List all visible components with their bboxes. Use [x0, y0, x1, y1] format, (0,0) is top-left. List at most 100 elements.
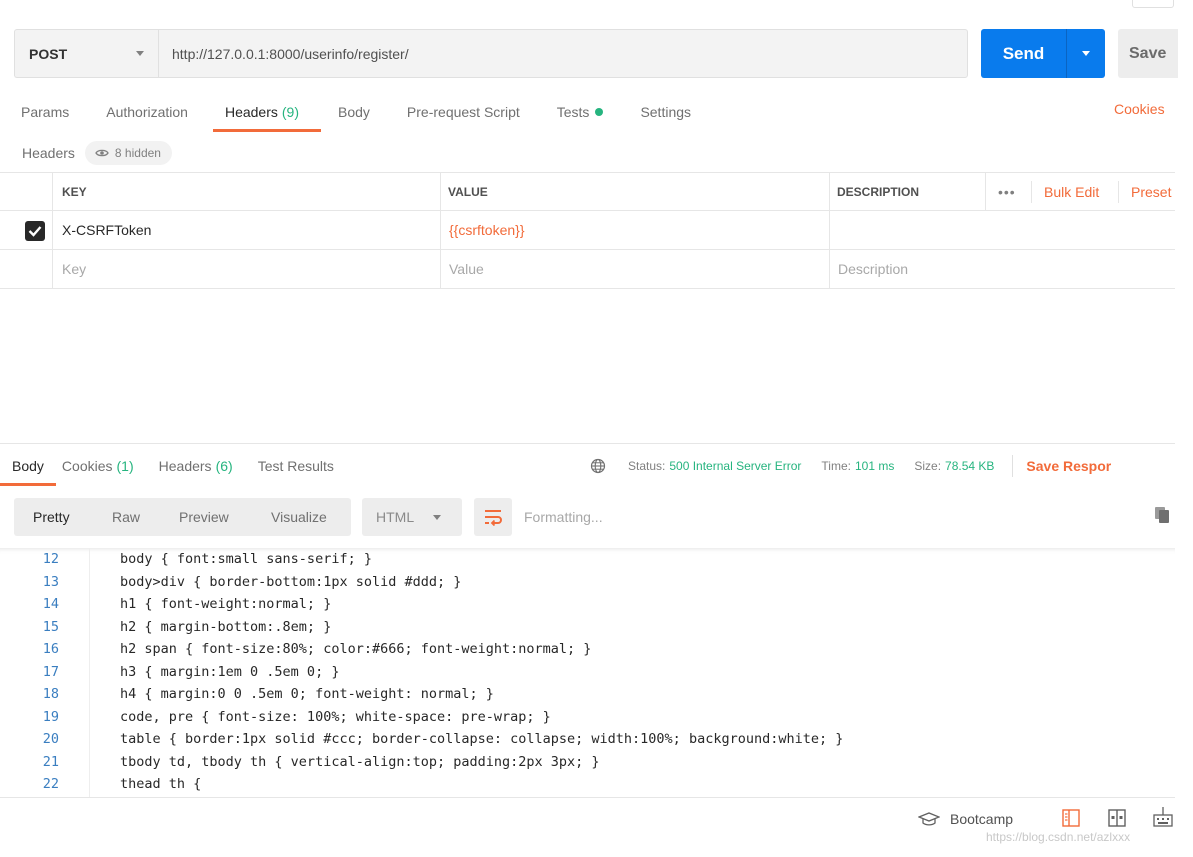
code-line: 15 h2 { margin-bottom:.8em; } [0, 616, 1175, 639]
active-tab-indicator [0, 483, 56, 486]
status-label: Status: [628, 459, 666, 473]
send-options-button[interactable] [1066, 29, 1105, 78]
save-response-button[interactable]: Save Respor [1026, 458, 1111, 474]
code-text: h4 { margin:0 0 .5em 0; font-weight: nor… [120, 686, 494, 703]
tab-label: Headers [158, 458, 212, 474]
code-line: 18 h4 { margin:0 0 .5em 0; font-weight: n… [0, 683, 1175, 706]
tab-label: Cookies [61, 458, 113, 474]
response-code-view[interactable]: 12 body { font:small sans-serif; } 13 body>… [0, 548, 1175, 797]
line-number: 22 [42, 776, 59, 793]
globe-icon[interactable] [590, 458, 606, 474]
headers-label: Headers [22, 145, 75, 161]
code-lines: 12 body { font:small sans-serif; } 13 body>… [0, 548, 1175, 796]
view-pretty-button[interactable]: Pretty [33, 498, 70, 536]
chevron-down-icon [136, 51, 144, 56]
line-number: 16 [42, 641, 59, 658]
header-key-cell[interactable]: X-CSRFToken [62, 211, 151, 249]
url-text: http://127.0.0.1:8000/userinfo/register/ [172, 45, 409, 62]
sidebar-toggle-icon[interactable] [1062, 809, 1080, 827]
tab-prerequest-script[interactable]: Pre-request Script [407, 101, 520, 123]
wrap-lines-button[interactable] [474, 498, 512, 536]
tab-test-results[interactable]: Test Results [258, 458, 334, 474]
code-line: 21 tbody td, tbody th { vertical-align:to… [0, 751, 1175, 774]
new-description-input[interactable]: Description [838, 250, 908, 288]
tab-label: Pre-request Script [406, 104, 520, 120]
line-number: 17 [42, 663, 59, 680]
code-text: table { border:1px solid #ccc; border-co… [120, 731, 844, 748]
url-input[interactable]: http://127.0.0.1:8000/userinfo/register/ [158, 29, 968, 78]
copy-icon[interactable] [1154, 506, 1170, 524]
header-enabled-checkbox[interactable] [25, 221, 45, 241]
send-button[interactable]: Send [981, 29, 1066, 78]
column-key-header: KEY [62, 185, 87, 199]
size-value[interactable]: 78.54 KB [945, 459, 994, 473]
view-visualize-button[interactable]: Visualize [271, 498, 327, 536]
headers-subheader: Headers 8 hidden [22, 141, 172, 165]
two-pane-icon[interactable] [1108, 809, 1126, 827]
hidden-headers-count: 8 hidden [114, 146, 161, 160]
tab-label: Params [21, 104, 70, 120]
line-number: 12 [42, 551, 59, 568]
table-row-new: Key Value Description [0, 250, 1175, 289]
tab-body[interactable]: Body [338, 101, 370, 123]
watermark-text: https://blog.csdn.net/azlxxx [986, 830, 1131, 844]
code-text: h1 { font-weight:normal; } [120, 596, 332, 613]
code-line: 17 h3 { margin:1em 0 .5em 0; } [0, 661, 1175, 684]
tab-response-body[interactable]: Body [12, 458, 44, 474]
bootcamp-button[interactable]: Bootcamp [918, 809, 1013, 829]
tab-tests[interactable]: Tests [557, 101, 604, 123]
hidden-headers-toggle[interactable]: 8 hidden [84, 141, 172, 165]
window-corner-control [1132, 0, 1174, 8]
new-value-input[interactable]: Value [449, 250, 484, 288]
chevron-down-icon [1082, 51, 1090, 56]
tab-params[interactable]: Params [21, 101, 69, 123]
tab-count: (1) [116, 458, 134, 474]
code-text: h3 { margin:1em 0 .5em 0; } [120, 663, 340, 680]
code-line: 12 body { font:small sans-serif; } [0, 548, 1175, 571]
status-value[interactable]: 500 Internal Server Error [669, 459, 801, 473]
cookies-link[interactable]: Cookies [1114, 101, 1165, 117]
bulk-edit-link[interactable]: Bulk Edit [1044, 173, 1099, 211]
time-value[interactable]: 101 ms [855, 459, 894, 473]
tab-label: Tests [556, 104, 590, 120]
column-description-header: DESCRIPTION [837, 185, 920, 199]
bootcamp-label: Bootcamp [950, 811, 1014, 827]
tab-authorization[interactable]: Authorization [106, 101, 188, 123]
save-button[interactable]: Save [1118, 29, 1178, 78]
view-raw-button[interactable]: Raw [112, 498, 140, 536]
code-line: 13 body>div { border-bottom:1px solid #dd… [0, 571, 1175, 594]
presets-link[interactable]: Preset [1131, 173, 1171, 211]
line-number: 14 [42, 596, 59, 613]
new-key-input[interactable]: Key [62, 250, 86, 288]
tab-label: Body [338, 104, 370, 120]
request-tabs: Params Authorization Headers (9) Body Pre… [21, 101, 728, 132]
time-label: Time: [821, 459, 851, 473]
code-line: 19 code, pre { font-size: 100%; white-spa… [0, 706, 1175, 729]
method-select[interactable]: POST [14, 29, 158, 78]
code-line: 22 thead th { [0, 773, 1175, 796]
code-line: 14 h1 { font-weight:normal; } [0, 593, 1175, 616]
size-label: Size: [914, 459, 942, 473]
tab-label: Headers [224, 104, 278, 120]
line-number: 13 [42, 573, 59, 590]
code-text: tbody td, tbody th { vertical-align:top;… [120, 753, 600, 770]
tab-response-headers[interactable]: Headers (6) [159, 458, 233, 474]
header-value-cell[interactable]: {{csrftoken}} [449, 211, 525, 249]
line-number: 19 [42, 708, 59, 725]
line-number: 21 [42, 753, 59, 770]
pane-divider[interactable] [0, 443, 1175, 444]
tab-settings[interactable]: Settings [640, 101, 691, 123]
tab-headers[interactable]: Headers (9) [212, 101, 322, 132]
code-text: h2 span { font-size:80%; color:#666; fon… [120, 641, 592, 658]
format-select[interactable]: HTML [362, 498, 462, 536]
divider [1012, 455, 1014, 477]
tab-response-cookies[interactable]: Cookies (1) [62, 458, 134, 474]
code-text: h2 { margin-bottom:.8em; } [120, 618, 332, 635]
more-options-button[interactable]: ••• [998, 173, 1016, 211]
tab-label: Authorization [106, 104, 188, 120]
view-preview-button[interactable]: Preview [179, 498, 229, 536]
check-icon [28, 226, 42, 237]
eye-icon [95, 149, 109, 157]
keyboard-shortcuts-icon[interactable] [1152, 806, 1174, 828]
code-line: 16 h2 span { font-size:80%; color:#666; f… [0, 638, 1175, 661]
